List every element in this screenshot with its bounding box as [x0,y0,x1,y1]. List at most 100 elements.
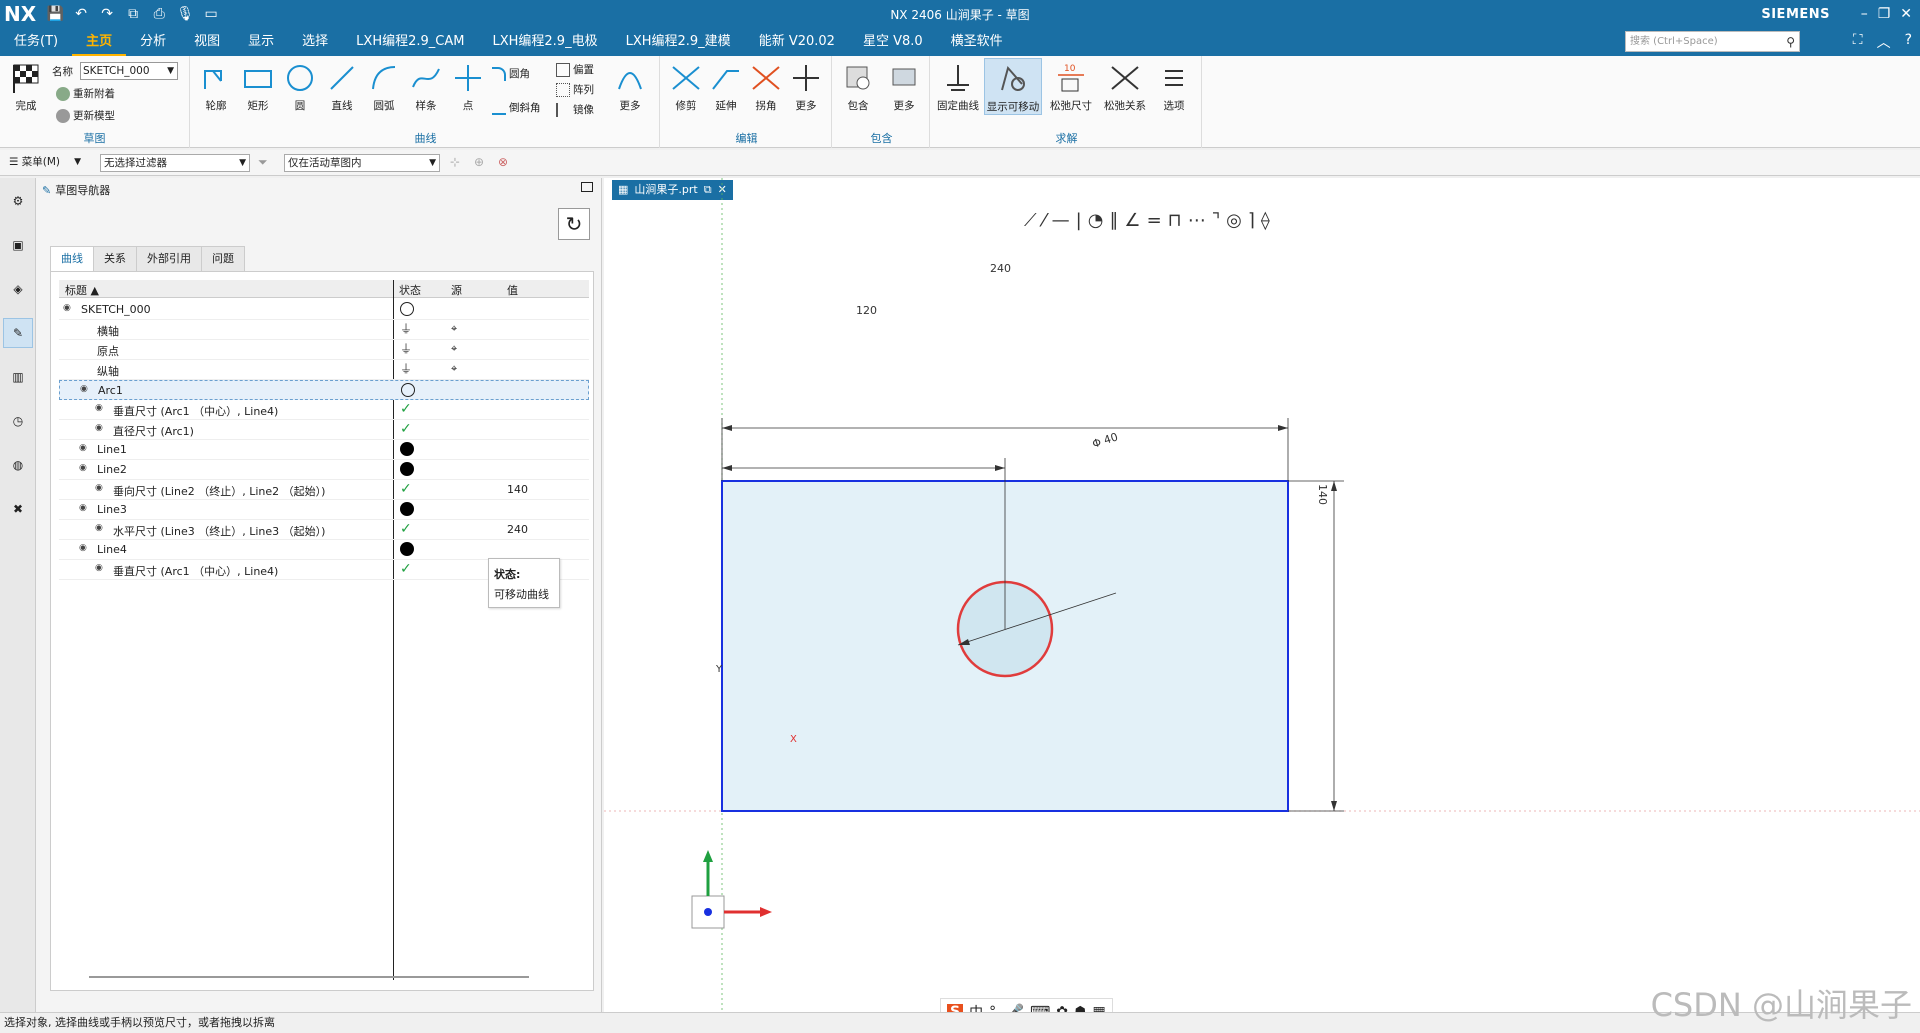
graphics-window[interactable]: ▦ 山涧果子.prt ⧉ ✕ ⟋ ⁄ — | ◔ ∥ ∠ = ⊓ ⋯ ⌝ ◎ ⌉… [604,178,1920,1012]
column-source[interactable]: 源 [451,282,462,298]
visibility-eye-icon[interactable]: ◉ [95,423,103,433]
command-search-input[interactable]: 搜索 (Ctrl+Space) ⚲ [1625,31,1800,52]
sketch-canvas[interactable] [604,178,1920,1012]
selection-filter-select[interactable]: 无选择过滤器 ▼ [100,154,250,172]
collapse-ribbon-icon[interactable]: ︿ [1877,32,1891,52]
web-browser-icon[interactable]: ◍ [3,450,33,480]
assembly-navigator-icon[interactable]: ◈ [3,274,33,304]
selection-scope-select[interactable]: 仅在活动草图内 ▼ [284,154,440,172]
column-status[interactable]: 状态 [399,282,421,298]
maximize-panel-icon[interactable] [581,182,593,192]
tree-row[interactable]: ◉ SKETCH_000 [59,300,589,320]
tab-lxh-electrode[interactable]: LXH编程2.9_电极 [478,28,611,56]
tab-lxh-cam[interactable]: LXH编程2.9_CAM [342,28,478,56]
line-button[interactable]: 直线 [322,58,362,113]
show-movable-button[interactable]: 显示可移动 [984,58,1042,115]
tab-task[interactable]: 任务(T) [0,28,72,56]
undo-icon[interactable]: ↶ [70,6,92,22]
reuse-library-icon[interactable]: ▥ [3,362,33,392]
snap-options-icon[interactable]: ⊗ [498,155,508,169]
visibility-eye-icon[interactable]: ◉ [79,443,87,453]
restore-icon[interactable]: ❐ [1878,6,1891,22]
visibility-eye-icon[interactable]: ◉ [80,384,88,394]
menu-button[interactable]: ☰ 菜单(M) ▼ [6,154,84,172]
column-value[interactable]: 值 [507,282,518,298]
fullscreen-icon[interactable]: ⛶ [1853,32,1863,52]
tab-nengxin[interactable]: 能新 V20.02 [745,28,849,56]
fillet-button[interactable]: 圆角 [492,66,530,81]
chamfer-button[interactable]: 倒斜角 [492,100,541,115]
trim-button[interactable]: 修剪 [666,58,706,113]
horizontal-scrollbar[interactable] [89,976,529,978]
close-icon[interactable]: ✕ [1900,6,1912,22]
offset-button[interactable]: 偏置 [556,62,594,77]
fix-curve-button[interactable]: 固定曲线 [936,58,980,113]
tab-display[interactable]: 显示 [234,28,288,56]
include-more-button[interactable]: 更多 [884,58,924,113]
relax-dimension-button[interactable]: 10 松弛尺寸 [1046,58,1096,113]
redo-icon[interactable]: ↷ [96,6,118,22]
profile-button[interactable]: 轮廓 [196,58,236,113]
point-button[interactable]: 点 [448,58,488,113]
tree-row[interactable]: ◉ 垂直尺寸 (Arc1 （中心）, Line4) ✓ [59,400,589,420]
visibility-eye-icon[interactable]: ◉ [79,503,87,513]
tab-external-references[interactable]: 外部引用 [136,246,202,272]
rectangle-button[interactable]: 矩形 [238,58,278,113]
tree-row[interactable]: 原点 ⏚ ⌖ [59,340,589,360]
filter-icon[interactable]: ⏷ [258,155,268,170]
window-icon[interactable]: ▭ [200,6,222,22]
tab-problems[interactable]: 问题 [201,246,245,272]
mic-icon[interactable]: 🎙 [174,6,196,22]
part-navigator-icon[interactable]: ▣ [3,230,33,260]
search-icon[interactable]: ⚲ [1786,33,1795,52]
update-model-button[interactable]: 更新模型 [56,108,115,123]
visibility-eye-icon[interactable]: ◉ [95,523,103,533]
visibility-eye-icon[interactable]: ◉ [95,563,103,573]
spline-button[interactable]: 样条 [406,58,446,113]
settings-icon[interactable]: ⚙ [3,186,33,216]
tab-xingkong[interactable]: 星空 V8.0 [849,28,937,56]
dim-240-text[interactable]: 240 [990,262,1011,275]
history-icon[interactable]: ◷ [3,406,33,436]
tree-row[interactable]: ◉ Line1 [59,440,589,460]
tab-home[interactable]: 主页 [72,28,127,56]
help-icon[interactable]: ? [1905,32,1912,52]
visibility-eye-icon[interactable]: ◉ [79,543,87,553]
tab-relations[interactable]: 关系 [93,246,137,272]
tools-icon[interactable]: ✖ [3,494,33,524]
tree-row[interactable]: ◉ Line4 [59,540,589,560]
tab-curves[interactable]: 曲线 [50,246,94,272]
visibility-eye-icon[interactable]: ◉ [95,403,103,413]
tree-row[interactable]: ◉ Line2 [59,460,589,480]
mirror-button[interactable]: 镜像 [556,102,594,117]
sketch-navigator-icon[interactable]: ✎ [3,318,33,348]
reset-button[interactable]: ↻ [558,208,590,240]
save-icon[interactable]: 💾 [44,6,66,22]
tree-row[interactable]: ◉ 直径尺寸 (Arc1) ✓ [59,420,589,440]
tree-row[interactable]: ◉ Line3 [59,500,589,520]
dim-140-text[interactable]: 140 [1316,484,1329,505]
tree-row[interactable]: 横轴 ⏚ ⌖ [59,320,589,340]
copy-icon[interactable]: ⧉ [122,6,144,22]
snap-icon[interactable]: ⊹ [450,155,460,169]
tree-row[interactable]: ◉ 水平尺寸 (Line3 （终止）, Line3 （起始）) ✓ 240 [59,520,589,540]
tab-select[interactable]: 选择 [288,28,342,56]
column-title[interactable]: 标题 ▲ [65,282,99,298]
tab-hengsheng[interactable]: 横圣软件 [937,28,1017,56]
options-button[interactable]: 选项 [1154,58,1194,113]
finish-sketch-button[interactable]: 完成 [6,58,46,113]
visibility-eye-icon[interactable]: ◉ [63,303,71,313]
edit-more-button[interactable]: 更多 [786,58,826,113]
visibility-eye-icon[interactable]: ◉ [79,463,87,473]
tab-lxh-model[interactable]: LXH编程2.9_建模 [612,28,745,56]
pattern-button[interactable]: 阵列 [556,82,594,97]
tab-analysis[interactable]: 分析 [126,28,180,56]
relax-relation-button[interactable]: 松弛关系 [1100,58,1150,113]
tab-view[interactable]: 视图 [180,28,234,56]
reattach-button[interactable]: 重新附着 [56,86,115,101]
minimize-icon[interactable]: – [1861,6,1868,22]
include-button[interactable]: 包含 [838,58,878,113]
tree-row[interactable]: ◉ 垂向尺寸 (Line2 （终止）, Line2 （起始）) ✓ 140 [59,480,589,500]
visibility-eye-icon[interactable]: ◉ [95,483,103,493]
tree-row[interactable]: 纵轴 ⏚ ⌖ [59,360,589,380]
